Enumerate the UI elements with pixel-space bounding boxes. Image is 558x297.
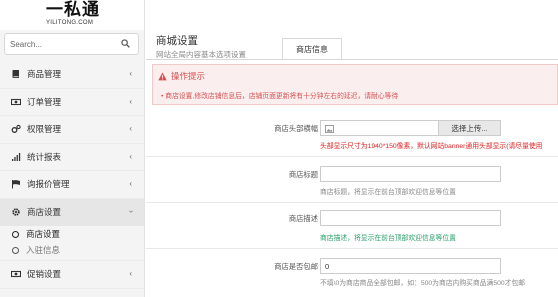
search-box: [4, 33, 139, 55]
chevron-down-icon: ‹: [126, 209, 136, 213]
submenu-item-label: 入驻信息: [26, 245, 61, 255]
search-input[interactable]: [5, 34, 115, 54]
warning-icon: [158, 71, 167, 80]
chevron-left-icon: ‹: [129, 151, 132, 161]
sidebar-item-label: 订单管理: [27, 96, 62, 107]
row-divider: [146, 202, 558, 203]
notice-box: 操作提示 • 商店设置,修改店铺信息后，店铺页面更新将有十分钟左右的延迟，请耐心…: [152, 64, 558, 105]
row-divider: [146, 156, 558, 157]
sidebar-item-quotes[interactable]: 询报价管理 ‹: [0, 171, 144, 199]
free-shipping-label: 商店是否包邮: [274, 262, 318, 271]
store-title-label: 商店标题: [288, 170, 318, 179]
logo[interactable]: 一私通 YILITONG.COM: [0, 0, 144, 30]
sidebar-item-label: 促销设置: [27, 269, 62, 280]
upload-button[interactable]: 选择上传...: [438, 121, 500, 135]
sidebar: 一私通 YILITONG.COM 商品管理 ‹ 订单管理 ‹: [0, 0, 145, 297]
store-title-hint: 商店标题，将显示在前台顶部欢迎信息等位置: [320, 189, 456, 196]
sidebar-item-label: 询报价管理: [27, 179, 70, 190]
notice-title-text: 操作提示: [171, 71, 206, 81]
sidebar-item-promotions[interactable]: 促销设置 ‹: [0, 261, 144, 289]
sidebar-item-label: 权限管理: [27, 124, 62, 135]
tab-store-info[interactable]: 商店信息: [282, 38, 342, 60]
banner-label: 商店头部横幅: [274, 124, 318, 133]
sidebar-item-reports[interactable]: 统计报表 ‹: [0, 144, 144, 171]
logo-domain: YILITONG.COM: [46, 20, 94, 26]
submenu-item-store-settings[interactable]: 商店设置: [0, 226, 144, 242]
page-title: 商城设置: [156, 35, 198, 47]
logo-text: 一私通: [46, 0, 100, 20]
chevron-left-icon: ‹: [129, 124, 132, 133]
sidebar-item-store-settings[interactable]: 商店设置 ‹: [0, 198, 144, 226]
sidebar-item-orders[interactable]: 订单管理 ‹: [0, 89, 144, 116]
page-header: 商城设置 网站全局内容基本选项设置: [156, 33, 246, 60]
money-icon: [11, 271, 21, 278]
submenu-item-label: 商店设置: [26, 229, 61, 239]
book-icon: [12, 70, 19, 79]
submenu-item-settle-info[interactable]: 入驻信息: [0, 242, 144, 258]
sidebar-menu: 商品管理 ‹ 订单管理 ‹ 权限管理 ‹ 统计报表 ‹ 询报价管理 ‹ 商店设置…: [0, 61, 144, 289]
chevron-left-icon: ‹: [129, 179, 132, 188]
sidebar-item-label: 商品管理: [27, 69, 62, 80]
circle-icon: [12, 246, 19, 254]
banner-upload[interactable]: 选择上传...: [320, 120, 501, 136]
flag-icon: [12, 180, 20, 189]
circle-icon: [12, 230, 19, 238]
chevron-left-icon: ‹: [129, 96, 132, 106]
notice-text: • 商店设置,修改店铺信息后，店铺页面更新将有十分钟左右的延迟，请耐心等待: [161, 93, 399, 100]
free-shipping-input[interactable]: [320, 258, 501, 274]
sidebar-item-products[interactable]: 商品管理 ‹: [0, 61, 144, 89]
bar-chart-icon: [12, 152, 21, 161]
row-divider: [146, 248, 558, 249]
sidebar-item-label: 统计报表: [27, 151, 62, 162]
search-icon[interactable]: [121, 39, 130, 48]
store-title-input[interactable]: [320, 166, 501, 182]
money-icon: [11, 98, 21, 105]
chevron-left-icon: ‹: [129, 69, 132, 78]
sidebar-item-label: 商店设置: [27, 207, 62, 218]
store-desc-input[interactable]: [320, 210, 501, 226]
chevron-left-icon: ‹: [129, 269, 132, 278]
cogs-icon: [11, 125, 21, 134]
free-shipping-hint: 不填\0为商店商品全部包邮，如：500为商店内购买商品满500才包邮: [320, 280, 526, 287]
sidebar-submenu: 商店设置 入驻信息: [0, 226, 144, 261]
store-desc-hint: 商店描述，将显示在前台顶部欢迎信息等位置: [320, 235, 456, 242]
store-desc-label: 商店描述: [288, 214, 318, 223]
sidebar-item-permissions[interactable]: 权限管理 ‹: [0, 116, 144, 144]
image-icon: [325, 125, 334, 133]
tab-divider: [146, 59, 558, 60]
main-content: 商城设置 网站全局内容基本选项设置 商店信息 操作提示 • 商店设置,修改店铺信…: [146, 0, 558, 297]
notice-title: 操作提示: [158, 70, 205, 82]
banner-hint: 头部显示尺寸为1940*150像素，默认网站banner通用头部显示(请尽量使用: [320, 143, 543, 150]
gear-icon: [12, 208, 20, 216]
